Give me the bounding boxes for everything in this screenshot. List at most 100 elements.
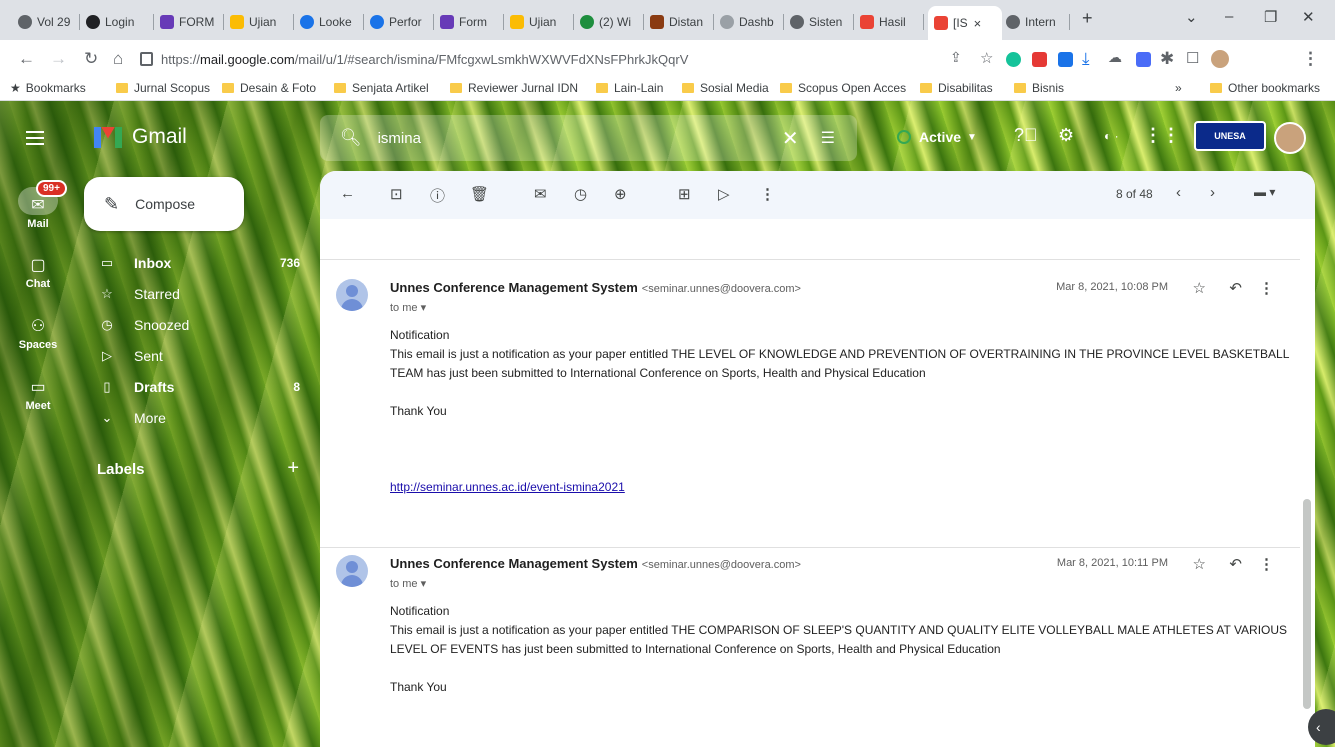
cloud-extension-icon[interactable]: ☁ — [1108, 49, 1122, 66]
bookmark-star-icon[interactable]: ☆ — [980, 49, 993, 67]
extension-icon[interactable] — [1058, 52, 1073, 67]
report-spam-icon[interactable]: ⓘ — [430, 185, 445, 206]
restore-icon[interactable]: ❐ — [1264, 8, 1277, 26]
home-icon[interactable]: ⌂ — [113, 49, 123, 69]
clear-search-icon[interactable]: ✕ — [782, 126, 799, 151]
other-bookmarks[interactable]: Other bookmarks — [1210, 81, 1320, 95]
event-link[interactable]: http://seminar.unnes.ac.id/event-ismina2… — [390, 480, 625, 494]
apps-grid-icon[interactable]: ⋮⋮ — [1144, 125, 1180, 146]
gmail-logo[interactable]: Gmail — [94, 125, 187, 149]
sender-name[interactable]: Unnes Conference Management System <semin… — [390, 280, 801, 295]
bookmarks-manager[interactable]: ★ Bookmarks — [10, 81, 86, 95]
search-bar[interactable]: 🔍︎ ismina ✕ ☰ — [320, 115, 857, 161]
compose-button[interactable]: ✎ Compose — [84, 177, 244, 231]
message-scrollbar[interactable] — [1303, 219, 1311, 747]
rail-meet[interactable]: ▭ Meet — [8, 377, 68, 412]
older-icon[interactable]: › — [1210, 184, 1215, 201]
back-to-search-icon[interactable]: ← — [340, 185, 355, 202]
bookmark-folder[interactable]: Reviewer Jurnal IDN — [450, 81, 578, 95]
sender-name[interactable]: Unnes Conference Management System <semin… — [390, 556, 801, 571]
settings-gear-icon[interactable]: ⚙ — [1058, 125, 1074, 146]
minimize-icon[interactable]: – — [1225, 8, 1233, 25]
bookmark-folder[interactable]: Scopus Open Acces — [780, 81, 906, 95]
bookmarks-overflow-button[interactable]: » — [1175, 81, 1182, 95]
main-menu-icon[interactable] — [26, 131, 44, 149]
mark-unread-icon[interactable]: ✉ — [534, 185, 547, 203]
forward-arrow-icon[interactable]: → — [50, 49, 67, 69]
recipient-dropdown[interactable]: to me ▾ — [390, 577, 426, 590]
bookmark-folder[interactable]: Bisnis — [1014, 81, 1064, 95]
bookmark-folder[interactable]: Senjata Artikel — [334, 81, 429, 95]
search-options-icon[interactable]: ☰ — [821, 128, 835, 148]
browser-menu-icon[interactable]: ⋮ — [1302, 49, 1319, 69]
search-input[interactable]: ismina — [378, 130, 782, 147]
label-icon[interactable]: ▷ — [718, 185, 730, 203]
browser-tab[interactable]: Hasil — [860, 8, 924, 36]
snooze-icon[interactable]: ◷ — [574, 185, 587, 203]
delete-icon[interactable]: 🗑︎ — [470, 185, 489, 203]
more-options-icon[interactable]: ⋮ — [1259, 279, 1274, 297]
more-actions-icon[interactable]: ⋮ — [760, 185, 775, 203]
extensions-puzzle-icon[interactable]: ✱ — [1160, 49, 1174, 69]
more-options-icon[interactable]: ⋮ — [1259, 555, 1274, 573]
share-icon[interactable]: ⇪ — [950, 49, 962, 66]
browser-tab[interactable]: Vol 29 — [18, 8, 80, 36]
tab-search-icon[interactable]: ⌄ — [1185, 8, 1198, 26]
nav-inbox[interactable]: ▭ Inbox 736 — [100, 251, 300, 275]
reply-icon[interactable]: ↶ — [1229, 279, 1242, 297]
input-tools-icon[interactable]: ▬ ▾ — [1254, 185, 1275, 199]
rail-spaces[interactable]: ⚇ Spaces — [8, 316, 68, 351]
reload-icon[interactable]: ↻ — [84, 49, 98, 69]
scrollbar-thumb[interactable] — [1303, 499, 1311, 709]
nav-more[interactable]: ⌄ More — [100, 406, 300, 430]
recipient-dropdown[interactable]: to me ▾ — [390, 301, 426, 314]
search-icon[interactable]: 🔍︎ — [340, 128, 362, 148]
rail-chat[interactable]: ▢ Chat — [8, 255, 68, 290]
organization-logo[interactable]: UNESA — [1194, 121, 1266, 151]
newer-icon[interactable]: ‹ — [1176, 184, 1181, 201]
account-avatar[interactable] — [1274, 122, 1306, 154]
close-tab-icon[interactable]: × — [974, 16, 982, 31]
back-arrow-icon[interactable]: ← — [18, 49, 35, 69]
add-task-icon[interactable]: ⊕ — [614, 185, 627, 203]
download-extension-icon[interactable]: ⤓ — [1082, 49, 1090, 69]
browser-tab[interactable]: (2) Wi — [580, 8, 644, 36]
star-icon[interactable]: ☆ — [1193, 555, 1206, 573]
bookmark-folder[interactable]: Sosial Media — [682, 81, 769, 95]
nav-sent[interactable]: ▷ Sent — [100, 344, 300, 368]
new-tab-button[interactable]: + — [1082, 8, 1093, 29]
browser-tab[interactable]: Ujian — [230, 8, 294, 36]
browser-tab[interactable]: Looke — [300, 8, 364, 36]
browser-tab[interactable]: Dashb — [720, 8, 784, 36]
add-label-icon[interactable]: + — [287, 458, 299, 478]
profile-avatar[interactable] — [1211, 50, 1229, 68]
address-bar[interactable]: https://mail.google.com/mail/u/1/#search… — [140, 45, 940, 73]
help-icon[interactable]: ?⃝ — [1014, 125, 1038, 146]
bookmark-folder[interactable]: Disabilitas — [920, 81, 993, 95]
rail-mail[interactable]: ✉ Mail — [8, 195, 68, 230]
reply-icon[interactable]: ↶ — [1229, 555, 1242, 573]
status-dropdown[interactable]: Active ▼ — [897, 129, 977, 145]
translate-extension-icon[interactable] — [1136, 52, 1151, 67]
browser-tab[interactable]: Login — [86, 8, 154, 36]
browser-tab-active[interactable]: [IS × — [928, 6, 1002, 40]
bookmark-folder[interactable]: Lain-Lain — [596, 81, 663, 95]
move-to-icon[interactable]: ⊞ — [678, 185, 691, 203]
browser-tab[interactable]: FORM — [160, 8, 224, 36]
extension-toggle-icon[interactable]: ◐ · — [1104, 129, 1119, 143]
browser-tab[interactable]: Intern — [1006, 8, 1070, 36]
browser-tab[interactable]: Form — [440, 8, 504, 36]
nav-starred[interactable]: ☆ Starred — [100, 282, 300, 306]
star-icon[interactable]: ☆ — [1193, 279, 1206, 297]
browser-tab[interactable]: Ujian — [510, 8, 574, 36]
bookmark-folder[interactable]: Jurnal Scopus — [116, 81, 210, 95]
browser-tab[interactable]: Sisten — [790, 8, 854, 36]
nav-snoozed[interactable]: ◷ Snoozed — [100, 313, 300, 337]
close-window-icon[interactable]: ✕ — [1302, 8, 1315, 26]
bookmark-folder[interactable]: Desain & Foto — [222, 81, 316, 95]
browser-tab[interactable]: Perfor — [370, 8, 434, 36]
mendeley-extension-icon[interactable] — [1032, 52, 1047, 67]
archive-icon[interactable]: ⊡ — [390, 185, 403, 203]
browser-tab[interactable]: Distan — [650, 8, 714, 36]
nav-drafts[interactable]: ▯ Drafts 8 — [100, 375, 300, 399]
